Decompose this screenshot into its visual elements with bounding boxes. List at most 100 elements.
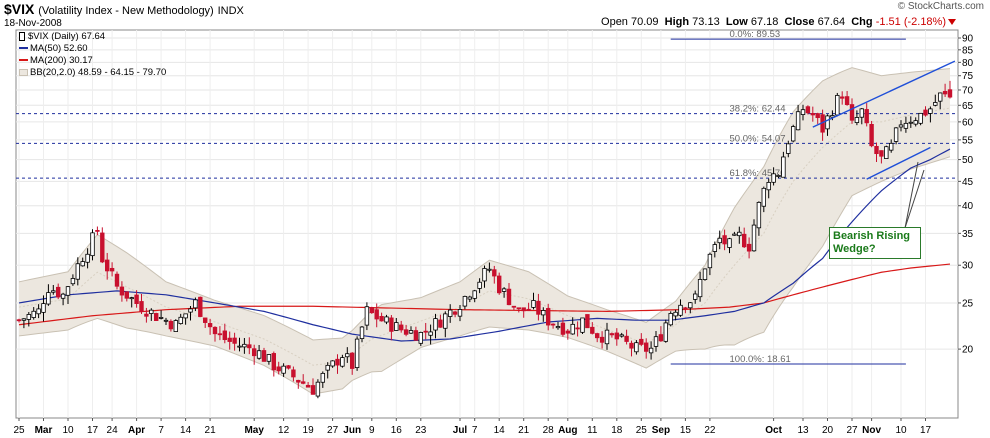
candle-body <box>477 281 482 289</box>
candle-body <box>379 315 384 322</box>
candle-body <box>521 307 526 312</box>
ma50-swatch-icon <box>19 47 28 50</box>
x-tick-label: 22 <box>704 425 716 436</box>
candle-body <box>330 360 335 367</box>
x-tick-label: 20 <box>822 425 834 436</box>
close-label: Close <box>784 16 815 28</box>
candle-body <box>345 353 350 358</box>
candle-body <box>207 323 213 328</box>
x-tick-label: Jun <box>343 425 361 436</box>
candle-body <box>153 313 159 321</box>
change-label: Chg <box>851 16 873 28</box>
candle-body <box>75 263 80 280</box>
candle-body <box>80 261 85 267</box>
candle-body <box>903 122 909 129</box>
candle-body <box>947 89 953 98</box>
candle-body <box>163 319 169 322</box>
low-label: Low <box>725 16 748 28</box>
legend-ma50: MA(50) 52.60 <box>19 43 166 55</box>
candle-body <box>31 310 36 318</box>
candle-body <box>629 342 634 349</box>
candle-body <box>291 369 296 378</box>
x-tick-label: 14 <box>494 425 506 436</box>
x-tick-label: 25 <box>13 425 25 436</box>
candle-body <box>624 335 629 342</box>
candle-body <box>408 330 414 334</box>
candle-body <box>389 317 394 332</box>
candle-body <box>575 327 580 330</box>
high-label: High <box>664 16 690 28</box>
candle-body <box>536 300 541 315</box>
fib-label: 61.8%: 45.70 <box>730 168 786 179</box>
x-tick-label: 27 <box>327 425 339 436</box>
x-tick-label: Aug <box>558 425 577 436</box>
x-tick-label: 28 <box>543 425 555 436</box>
candle-body <box>173 320 178 332</box>
chart-date: 18-Nov-2008 <box>4 18 62 29</box>
candle-body <box>428 331 433 336</box>
candle-body <box>722 235 727 245</box>
candle-body <box>193 299 198 309</box>
candle-body <box>889 142 894 151</box>
candle-body <box>183 313 188 319</box>
candle-body <box>550 323 556 326</box>
candle-body <box>114 273 120 287</box>
candle-body <box>599 336 605 343</box>
y-tick-label: 20 <box>962 345 974 356</box>
candle-body <box>443 313 448 329</box>
candle-body <box>227 337 232 342</box>
candle-body <box>202 317 208 323</box>
candle-body <box>923 109 928 116</box>
candle-body <box>310 385 316 395</box>
candle-body <box>119 286 125 296</box>
candle-body <box>570 323 575 335</box>
candle-body <box>198 296 203 317</box>
fib-label: 0.0%: 89.53 <box>730 29 781 40</box>
y-tick-label: 70 <box>962 85 974 96</box>
x-tick-label: 25 <box>636 425 648 436</box>
candle-body <box>663 322 668 342</box>
candle-body <box>359 326 365 339</box>
x-tick-label: 27 <box>846 425 858 436</box>
y-tick-label: 50 <box>962 155 974 166</box>
candle-body <box>653 336 659 347</box>
candle-body <box>742 233 747 248</box>
x-tick-label: May <box>244 425 264 436</box>
candle-body <box>364 306 370 326</box>
candle-body <box>266 354 272 362</box>
candle-body <box>526 308 531 311</box>
candle-body <box>546 308 551 326</box>
x-tick-label: 24 <box>107 425 119 436</box>
candle-body <box>756 201 762 229</box>
x-tick-label: Sep <box>652 425 670 436</box>
candle-body <box>928 108 933 114</box>
candle-body <box>158 317 164 319</box>
x-tick-label: Jul <box>453 425 468 436</box>
candle-body <box>879 150 884 157</box>
candle-body <box>560 322 566 335</box>
x-tick-label: 14 <box>180 425 192 436</box>
x-tick-label: 16 <box>391 425 403 436</box>
candle-body <box>585 314 590 329</box>
candle-body <box>271 353 276 371</box>
candle-body <box>325 364 330 371</box>
fib-label: 50.0%: 54.07 <box>730 133 786 144</box>
legend-ma50-label: MA(50) 52.60 <box>30 43 88 54</box>
candle-body <box>707 253 713 269</box>
x-tick-label: 10 <box>895 425 907 436</box>
candle-body <box>36 308 41 315</box>
y-tick-label: 30 <box>962 261 974 272</box>
candle-body <box>354 338 360 369</box>
candle-body <box>105 259 110 272</box>
candle-body <box>854 117 860 123</box>
x-tick-label: 12 <box>278 425 290 436</box>
x-tick-label: 11 <box>587 425 598 436</box>
candle-body <box>462 296 468 307</box>
candle-body <box>403 329 409 335</box>
x-tick-label: 7 <box>472 425 478 436</box>
candle-body <box>242 343 247 348</box>
candle-body <box>609 333 615 336</box>
x-tick-label: 17 <box>87 425 99 436</box>
candle-body <box>16 319 22 322</box>
symbol-description: (Volatility Index - New Methodology) <box>38 5 214 17</box>
